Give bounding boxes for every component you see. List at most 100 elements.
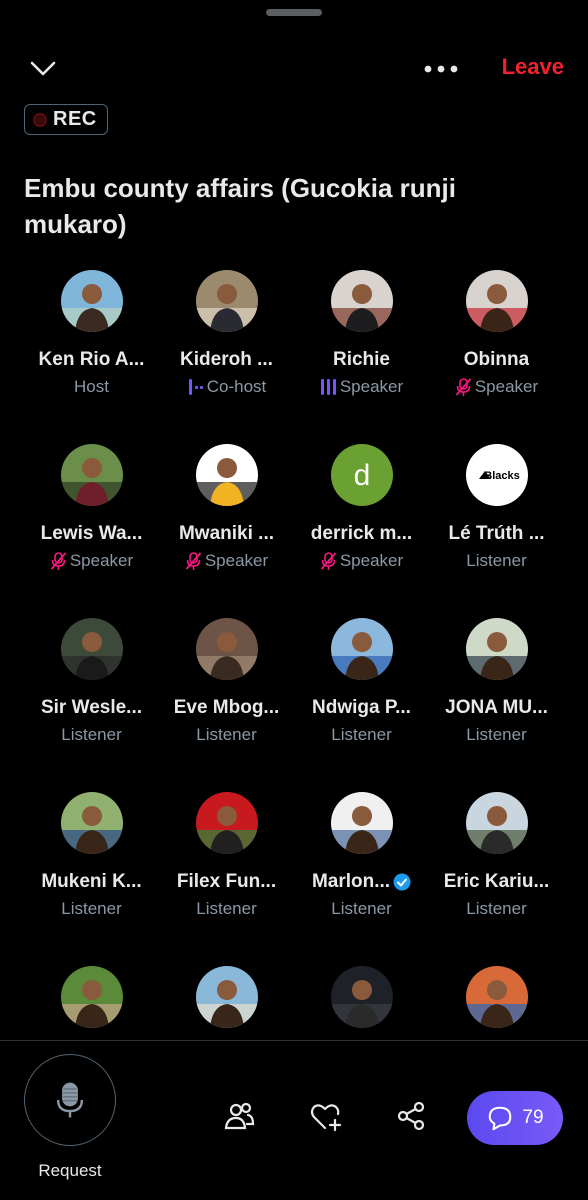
share-icon[interactable]: [394, 1099, 428, 1133]
speaking-bars-icon: [320, 379, 336, 395]
participant-tile[interactable]: Richie Speaker: [294, 270, 429, 444]
mic-muted-icon: [320, 552, 337, 570]
participant-name-row: Richie: [333, 349, 390, 371]
participant-role: Listener: [61, 899, 122, 918]
participant-role-row: Listener: [61, 724, 121, 746]
participant-tile[interactable]: Mukeni K... Listener: [24, 792, 159, 966]
participant-role-row: Listener: [466, 724, 526, 746]
avatar-logo-text: Blacks: [484, 470, 519, 482]
avatar: [330, 966, 393, 1028]
participant-role-row: Host: [74, 376, 109, 398]
participant-tile[interactable]: Obinna Speaker: [429, 270, 564, 444]
participant-name-row: Lé Trúth ...: [448, 523, 544, 545]
participant-role-row: Speaker: [320, 376, 403, 398]
chat-count: 79: [522, 1107, 544, 1128]
participant-name-row: Mukeni K...: [41, 871, 141, 893]
heart-add-icon[interactable]: [308, 1099, 342, 1133]
participant-name: Ndwiga P...: [312, 697, 411, 718]
participant-tile[interactable]: Eve Mbog... Listener: [159, 618, 294, 792]
participant-name: Richie: [332, 349, 391, 370]
participant-tile[interactable]: Eric Kariu... Listener: [429, 792, 564, 966]
participant-name-row: derrick m...: [311, 523, 412, 545]
participant-role: Speaker: [339, 377, 404, 396]
avatar: [60, 966, 123, 1028]
participant-name-row: Ndwiga P...: [312, 697, 411, 719]
chat-button[interactable]: 79: [467, 1091, 563, 1145]
participant-tile[interactable]: Ken Rio A... Host: [24, 270, 159, 444]
participant-name: Kideroh ...: [180, 349, 273, 370]
avatar: [465, 618, 528, 680]
participant-name: Obinna: [463, 349, 530, 370]
participant-role-row: Speaker: [320, 550, 403, 572]
avatar: [330, 792, 393, 854]
participant-role: Listener: [466, 725, 527, 744]
drag-handle[interactable]: [266, 9, 322, 16]
participant-role-row: Co-host: [187, 376, 267, 398]
verified-badge-icon: [393, 873, 411, 891]
participant-role: Listener: [196, 725, 257, 744]
participant-role: Speaker: [69, 551, 134, 570]
participant-name: Eve Mbog...: [173, 697, 280, 718]
participant-role: Listener: [466, 551, 527, 570]
participant-tile[interactable]: d derrick m... Speaker: [294, 444, 429, 618]
avatar: [195, 618, 258, 680]
participant-name: Sir Wesle...: [40, 697, 143, 718]
recording-badge: REC: [24, 104, 108, 135]
participant-name-row: Eric Kariu...: [444, 871, 550, 893]
participant-name: Eric Kariu...: [443, 871, 550, 892]
participant-name-row: Lewis Wa...: [41, 523, 143, 545]
participant-role: Listener: [331, 725, 392, 744]
participant-name: Lé Trúth ...: [448, 523, 545, 544]
participant-name-row: Filex Fun...: [177, 871, 276, 893]
participant-tile[interactable]: Blacks Lé Trúth ... Listener: [429, 444, 564, 618]
avatar: Blacks: [465, 444, 528, 506]
leave-button[interactable]: Leave: [502, 54, 564, 80]
bottom-bar: Request 79: [0, 1041, 588, 1200]
chevron-down-icon[interactable]: [28, 56, 58, 82]
participant-name: Lewis Wa...: [40, 523, 143, 544]
avatar: [330, 618, 393, 680]
participant-name: JONA MU...: [445, 697, 548, 718]
participant-name-row: Mwaniki ...: [179, 523, 274, 545]
more-options-icon[interactable]: [420, 56, 462, 82]
participant-role: Speaker: [474, 377, 539, 396]
avatar: [195, 966, 258, 1028]
avatar: [330, 270, 393, 332]
participant-name: Ken Rio A...: [38, 349, 145, 370]
participant-role-row: Speaker: [50, 550, 133, 572]
participant-tile[interactable]: Mwaniki ... Speaker: [159, 444, 294, 618]
participant-tile[interactable]: Kideroh ... Co-host: [159, 270, 294, 444]
mic-muted-icon: [50, 552, 67, 570]
participant-tile[interactable]: Lewis Wa... Speaker: [24, 444, 159, 618]
rec-label: REC: [53, 108, 97, 130]
mic-muted-icon: [185, 552, 202, 570]
request-mic-button[interactable]: [24, 1054, 116, 1146]
participant-role-row: Speaker: [185, 550, 268, 572]
participant-name-row: JONA MU...: [445, 697, 548, 719]
participant-name: Marlon...: [311, 871, 391, 892]
participant-name: Mwaniki ...: [178, 523, 275, 544]
participant-role-row: Listener: [196, 898, 256, 920]
avatar-letter: d: [353, 459, 370, 492]
people-icon[interactable]: [222, 1099, 256, 1133]
participant-role: Listener: [61, 725, 122, 744]
participant-tile[interactable]: JONA MU... Listener: [429, 618, 564, 792]
participant-name-row: Ken Rio A...: [39, 349, 145, 371]
avatar: [60, 618, 123, 680]
space-title: Embu county affairs (Gucokia runji mukar…: [24, 173, 456, 239]
participant-tile[interactable]: Filex Fun... Listener: [159, 792, 294, 966]
participant-tile[interactable]: Ndwiga P... Listener: [294, 618, 429, 792]
participant-role: Listener: [331, 899, 392, 918]
avatar: [195, 270, 258, 332]
participant-role-row: Listener: [331, 724, 391, 746]
request-label: Request: [38, 1161, 102, 1180]
participant-role: Co-host: [206, 377, 267, 396]
participant-role-row: Listener: [61, 898, 121, 920]
participant-tile[interactable]: Marlon... Listener: [294, 792, 429, 966]
avatar: [195, 792, 258, 854]
top-bar: Leave: [0, 48, 588, 92]
speaking-dots-icon: [188, 379, 203, 395]
participant-tile[interactable]: Sir Wesle... Listener: [24, 618, 159, 792]
avatar: [465, 792, 528, 854]
avatar: [465, 270, 528, 332]
